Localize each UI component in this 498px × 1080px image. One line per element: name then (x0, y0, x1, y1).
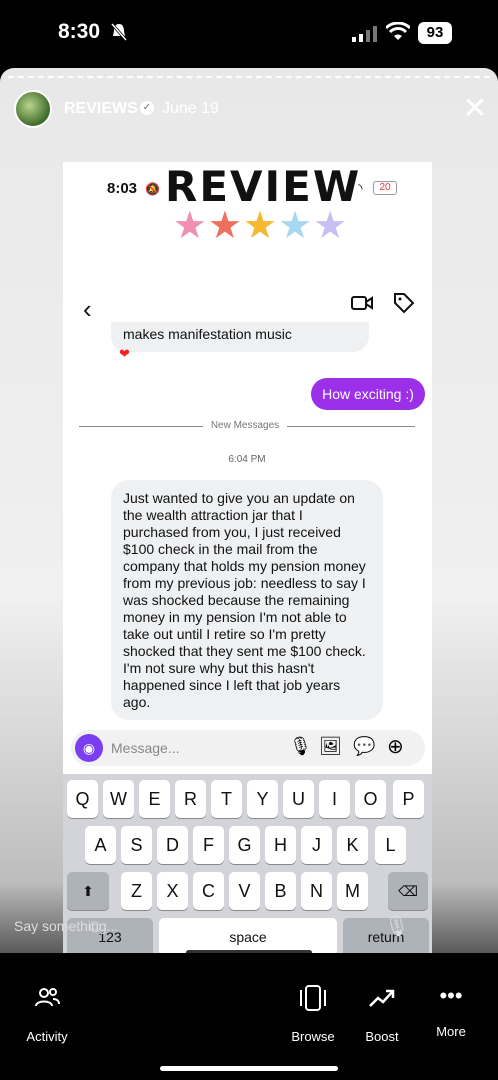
nav-activity[interactable]: Activity (7, 984, 87, 1044)
message-input: Message... (111, 740, 180, 756)
new-messages-label: New Messages (210, 420, 280, 431)
plus-icon: ⊕ (387, 736, 404, 758)
story-progress-bar (8, 76, 490, 78)
key: U (283, 780, 314, 818)
key: F (193, 826, 224, 864)
keyboard: Q W E R T Y U I O P A S D F G H J K L ⬆ … (63, 774, 432, 953)
key: Q (67, 780, 98, 818)
home-indicator (160, 1066, 338, 1071)
key: N (301, 872, 332, 910)
key: O (355, 780, 386, 818)
key: I (319, 780, 350, 818)
key: Z (121, 872, 152, 910)
outgoing-message: How exciting :) (311, 378, 425, 410)
nav-boost[interactable]: Boost (342, 984, 422, 1044)
story-date: June 19 (162, 100, 219, 117)
star-icon: ★ (242, 205, 278, 247)
tag-icon (394, 293, 415, 314)
wifi-icon (386, 22, 410, 40)
inner-battery: 20 (373, 181, 397, 195)
account-name[interactable]: REVIEWS (64, 100, 138, 118)
message-timestamp: 6:04 PM (228, 454, 266, 465)
star-icon: ★ (313, 205, 348, 247)
backspace-key: ⌫ (388, 872, 428, 910)
microphone-icon[interactable]: 🎙 (384, 914, 409, 939)
key: D (157, 826, 188, 864)
key: W (103, 780, 134, 818)
key: R (175, 780, 206, 818)
key: X (157, 872, 188, 910)
incoming-message: makes manifestation music (111, 322, 369, 352)
emoji-icon[interactable]: ☺ (86, 916, 104, 937)
back-chevron-icon: ‹ (83, 294, 92, 324)
space-key: space (159, 918, 337, 953)
nav-more[interactable]: ••• More (411, 983, 491, 1040)
key: B (265, 872, 296, 910)
camera-icon: ◉ (75, 734, 103, 762)
divider (287, 426, 415, 427)
review-sticker: REVIEW ★ ★ ★ ★ ★ (150, 162, 370, 252)
status-time: 8:30 (58, 20, 101, 43)
star-icon: ★ (278, 205, 313, 247)
nav-activity-label: Activity (26, 1029, 68, 1044)
incoming-message: Just wanted to give you an update on the… (111, 480, 383, 720)
trending-up-icon (369, 989, 395, 1007)
story-card: REVIEWS ✓ June 19 ✕ 8:03 🔕 ◠ 20 REVIEW ★… (0, 68, 498, 953)
star-icon: ★ (172, 205, 207, 247)
star-rating: ★ ★ ★ ★ ★ (150, 206, 370, 246)
key: V (229, 872, 260, 910)
key: T (211, 780, 242, 818)
video-call-icon (351, 296, 373, 310)
key: A (85, 826, 116, 864)
key: S (121, 826, 152, 864)
nav-boost-label: Boost (365, 1029, 399, 1044)
key: J (301, 826, 332, 864)
key: Y (247, 780, 278, 818)
nav-browse-label: Browse (291, 1029, 335, 1044)
people-icon (35, 988, 60, 1007)
key: E (139, 780, 170, 818)
more-dots-icon: ••• (439, 983, 463, 1008)
microphone-icon: 🎙 (289, 736, 312, 756)
key: H (265, 826, 296, 864)
shift-key: ⬆ (67, 872, 109, 910)
browse-icon (300, 985, 326, 1011)
sticker-text: REVIEW (165, 162, 362, 211)
key: P (393, 780, 424, 818)
key: L (375, 826, 406, 864)
key: M (337, 872, 368, 910)
inner-bell-icon: 🔕 (145, 182, 160, 196)
heart-reaction-icon: ❤ (119, 346, 130, 361)
close-icon[interactable]: ✕ (460, 94, 490, 124)
star-icon: ★ (207, 205, 242, 247)
home-indicator (186, 950, 312, 953)
inner-status-time: 8:03 (107, 180, 138, 197)
avatar[interactable] (14, 90, 52, 128)
signal-icon (352, 26, 377, 42)
sticker-icon: 💬 (353, 736, 376, 756)
shared-screenshot: 8:03 🔕 ◠ 20 REVIEW ★ ★ ★ ★ ★ ‹ makes man… (63, 162, 432, 953)
gallery-icon: 🖼 (319, 736, 342, 756)
key: C (193, 872, 224, 910)
key: G (229, 826, 260, 864)
divider (79, 426, 203, 427)
verified-icon: ✓ (140, 101, 154, 115)
nav-browse[interactable]: Browse (273, 984, 353, 1044)
battery-indicator: 93 (418, 22, 452, 44)
key: K (337, 826, 368, 864)
nav-more-label: More (436, 1024, 466, 1039)
silent-bell-icon (110, 23, 128, 41)
